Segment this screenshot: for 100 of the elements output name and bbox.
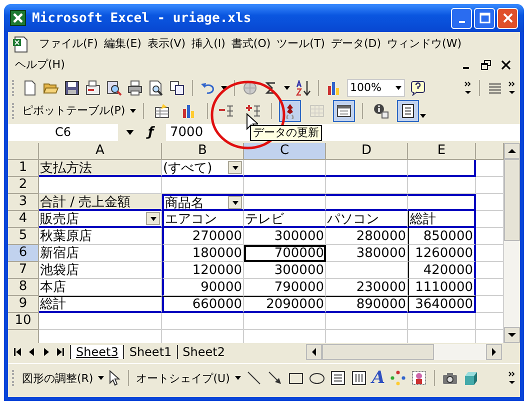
vertical-scrollbar[interactable] [504,143,520,343]
scroll-left-icon[interactable] [312,348,316,356]
table-cell: 総計 [408,211,476,228]
close-button[interactable] [497,8,518,28]
close-icon[interactable] [501,60,511,70]
row-header[interactable]: 1 [8,160,39,177]
workbook-icon[interactable] [12,34,30,52]
first-sheet-icon[interactable] [14,348,22,356]
row-header[interactable]: 4 [8,211,39,228]
caret-icon[interactable] [284,86,290,90]
clip-art-icon[interactable] [411,370,428,386]
column-header[interactable]: A [39,143,162,160]
horizontal-scrollbar[interactable] [306,344,502,360]
table-cell: 販売店 [39,211,162,228]
toolbar-button[interactable] [397,100,420,122]
zoom-field[interactable]: 100% [347,78,405,96]
mail-icon[interactable] [85,80,101,96]
row-header[interactable]: 8 [8,279,39,296]
print-preview-icon[interactable] [148,80,164,96]
menu-item[interactable]: ツール(T) [274,34,328,53]
dropdown-button[interactable] [146,212,160,225]
menu-item[interactable]: データ(D) [328,34,384,53]
caret-icon[interactable] [420,114,426,118]
close-icon [502,12,514,24]
table-cell: 3640000 [408,296,476,313]
table-cell: 890000 [326,296,408,313]
menu-item[interactable]: ヘルプ(H) [12,55,68,74]
menu-item[interactable]: 表示(V) [144,34,189,53]
row-header[interactable]: 5 [8,228,39,245]
column-header[interactable]: C [244,143,326,160]
column-header[interactable]: E [408,143,476,160]
column-header[interactable]: B [162,143,244,160]
menu-item[interactable]: 挿入(I) [188,34,228,53]
scroll-up-icon[interactable] [508,149,516,153]
dropdown-button[interactable] [228,161,242,174]
row-header[interactable]: 3 [8,194,39,211]
table-cell: 秋葉原店 [39,228,162,245]
table-cell: テレビ [244,211,326,228]
new-document-icon[interactable] [22,80,38,96]
caret-icon[interactable] [126,130,134,135]
wordart-icon[interactable]: A [372,369,386,387]
research-icon[interactable] [106,80,122,96]
rectangle-icon[interactable] [288,370,304,386]
table-cell: 380000 [326,245,408,262]
menu-item[interactable]: ファイル(F) [36,34,101,53]
overflow-icon[interactable] [508,371,516,385]
select-pointer-icon[interactable] [109,370,122,386]
overflow-icon[interactable] [464,80,472,94]
menu-item[interactable]: 編集(E) [100,34,144,53]
camera-icon[interactable] [442,370,458,386]
autoshapes-menu[interactable]: オートシェイプ(U) [136,370,230,386]
toolbar-button[interactable] [333,100,356,122]
maximize-button[interactable] [474,8,495,28]
print-icon[interactable] [127,80,143,96]
scroll-down-icon[interactable] [508,333,516,337]
column-header[interactable]: D [326,143,408,160]
row-header[interactable]: 6 [8,245,39,262]
table-cell: エアコン [162,211,244,228]
previous-sheet-icon[interactable] [28,348,36,356]
caret-icon[interactable] [234,376,241,380]
row-header[interactable]: 2 [8,177,39,194]
overflow-icon[interactable] [508,80,516,94]
table-cell: 支払方法 [39,160,162,177]
copy-icon[interactable] [169,80,185,96]
sheet-tab[interactable]: Sheet3 [70,344,124,358]
function-icon[interactable]: ƒ [148,125,162,140]
diagram-icon[interactable] [390,370,406,386]
table-cell: 1260000 [408,245,476,262]
minimize-button[interactable] [451,8,472,28]
grid-icon [309,102,326,118]
3d-box-icon[interactable] [463,370,480,386]
caret-icon[interactable] [98,376,104,380]
table-cell: 2090000 [244,296,326,313]
row-header[interactable]: 10 [8,313,39,330]
row-header[interactable]: 7 [8,262,39,279]
line-icon[interactable] [246,370,262,386]
scroll-right-icon[interactable] [492,348,496,356]
last-sheet-icon[interactable] [56,348,64,356]
sort-ascending-icon[interactable] [295,80,311,96]
menu-item[interactable]: 書式(O) [228,34,274,53]
text-box-icon[interactable] [330,370,346,386]
pivot-table-menu[interactable]: ピボットテーブル(P) [22,103,126,118]
caret-icon[interactable] [130,108,136,112]
sheet-tab[interactable]: Sheet2 [176,344,230,358]
chart-icon[interactable] [326,80,342,96]
table-cell: 1110000 [408,279,476,296]
menu-item[interactable]: ウィンドウ(W) [384,34,464,53]
caret-icon[interactable] [221,86,227,90]
save-icon[interactable] [64,80,80,96]
help-icon[interactable] [410,80,426,96]
next-sheet-icon[interactable] [42,348,50,356]
restore-icon[interactable] [481,60,491,70]
name-box[interactable]: C6 [8,124,118,141]
draw-menu[interactable]: 図形の調整(R) [22,370,94,386]
ellipse-icon[interactable] [308,370,325,386]
sheet-tab[interactable]: Sheet1 [123,344,177,358]
vertical-text-box-icon[interactable] [350,370,367,386]
dropdown-button[interactable] [228,196,242,209]
row-header[interactable]: 9 [8,296,39,313]
arrow-icon[interactable] [266,370,283,386]
